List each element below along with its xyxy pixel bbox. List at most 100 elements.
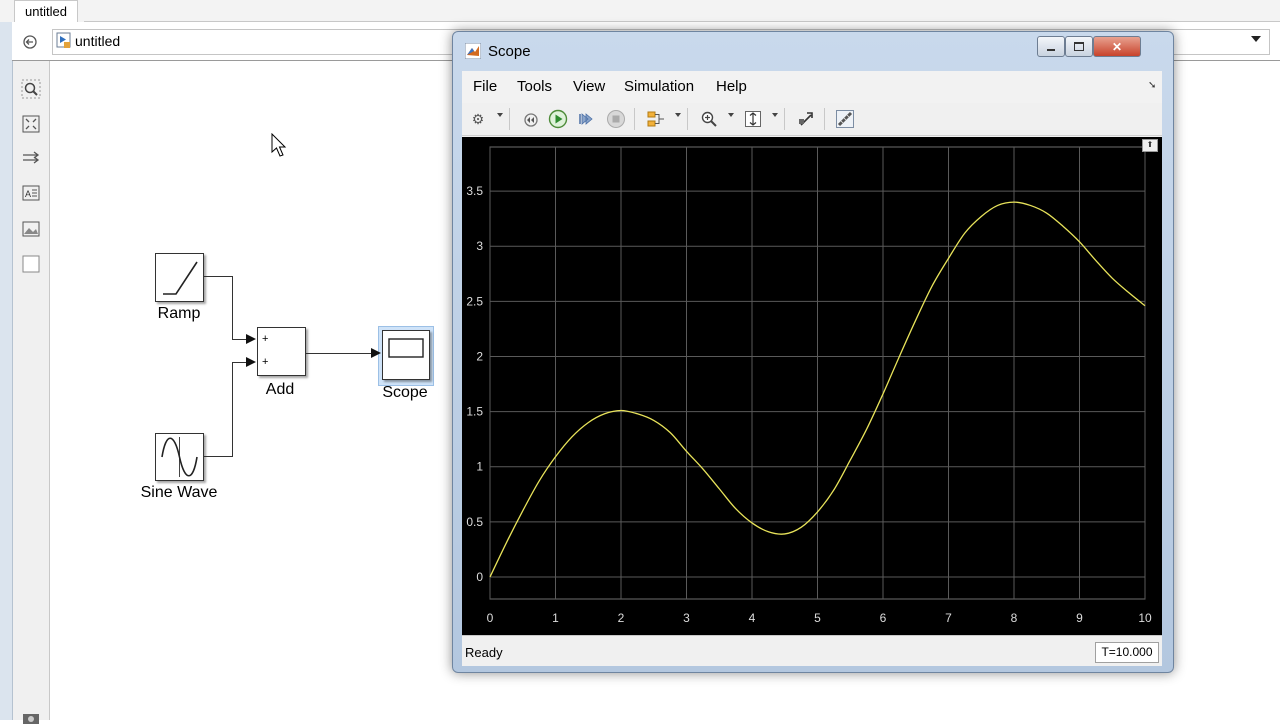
arrowhead-icon <box>246 357 256 367</box>
arrowhead-icon <box>246 334 256 344</box>
signal-line[interactable] <box>232 339 247 340</box>
sine-wave-icon <box>161 437 198 477</box>
close-icon: ✕ <box>1111 39 1123 54</box>
chevron-down-icon[interactable] <box>728 113 734 117</box>
settings-gear-icon[interactable]: ⚙ <box>467 108 489 130</box>
scale-axes-icon[interactable] <box>742 108 764 130</box>
model-icon <box>56 32 72 49</box>
ramp-block[interactable] <box>155 253 204 302</box>
toolbar-separator <box>509 108 510 130</box>
chevron-down-icon[interactable] <box>497 113 503 117</box>
step-forward-icon[interactable] <box>575 108 597 130</box>
toolbar-separator <box>824 108 825 130</box>
scope-block[interactable] <box>382 330 430 380</box>
matlab-logo-icon <box>464 42 482 60</box>
status-text: Ready <box>465 645 503 660</box>
highlight-block-icon[interactable] <box>795 108 817 130</box>
y-tick-label: 1.5 <box>466 405 483 419</box>
signal-line[interactable] <box>232 362 247 363</box>
scope-client-area: File Tools View Simulation Help ➘ ⚙ 0 1 … <box>462 71 1162 666</box>
image-icon[interactable] <box>20 218 42 240</box>
simulation-time: T=10.000 <box>1095 642 1159 663</box>
x-tick-label: 4 <box>749 611 756 625</box>
y-tick-label: 0 <box>476 570 483 584</box>
svg-text:A: A <box>25 189 31 199</box>
signal-line[interactable] <box>305 353 372 354</box>
undock-icon[interactable]: ➘ <box>1148 80 1156 91</box>
signal-selector-icon[interactable] <box>645 108 667 130</box>
expand-axes-icon[interactable]: ⬆ <box>1142 139 1158 152</box>
scope-plot-area[interactable]: 0 1 2 3 4 5 6 7 8 9 10 0 0.5 1 1.5 2 2.5 3 3.5 ⬆ <box>462 137 1162 635</box>
menu-file[interactable]: File <box>473 78 497 95</box>
minimize-button[interactable] <box>1037 36 1065 57</box>
scope-status-bar: Ready T=10.000 <box>462 635 1162 666</box>
arrowhead-icon <box>371 348 381 358</box>
sine-wave-label: Sine Wave <box>140 484 218 501</box>
x-tick-label: 3 <box>683 611 690 625</box>
menu-view[interactable]: View <box>573 78 605 95</box>
x-tick-label: 2 <box>618 611 625 625</box>
restore-button[interactable] <box>1065 36 1093 57</box>
annotation-icon[interactable]: A <box>20 182 42 204</box>
close-button[interactable]: ✕ <box>1093 36 1141 57</box>
area-icon[interactable] <box>20 253 42 275</box>
toolbar-separator <box>634 108 635 130</box>
x-tick-label: 7 <box>945 611 952 625</box>
signal-line[interactable] <box>203 456 233 457</box>
y-tick-label: 0.5 <box>466 515 483 529</box>
scope-label: Scope <box>382 384 428 401</box>
add-port-sign: + <box>262 356 269 368</box>
add-port-sign: + <box>262 333 269 345</box>
camera-icon[interactable] <box>20 706 42 728</box>
signal-line[interactable] <box>232 362 233 457</box>
y-tick-label: 3 <box>476 239 483 253</box>
y-tick-label: 1 <box>476 460 483 474</box>
minimize-icon <box>1047 48 1055 51</box>
add-label: Add <box>265 381 295 398</box>
scope-display-icon <box>388 338 424 358</box>
scope-toolbar: ⚙ <box>462 103 1162 136</box>
y-tick-label: 3.5 <box>466 184 483 198</box>
fit-to-view-icon[interactable] <box>20 113 42 135</box>
y-tick-label: 2 <box>476 349 483 363</box>
scope-window[interactable]: Scope ✕ File Tools View Simulation Help … <box>452 31 1174 673</box>
tab-bar <box>0 0 1280 23</box>
x-tick-label: 5 <box>814 611 821 625</box>
x-tick-label: 1 <box>552 611 559 625</box>
mouse-cursor-icon <box>271 132 289 162</box>
breadcrumb-label[interactable]: untitled <box>75 33 120 49</box>
chevron-down-icon[interactable] <box>772 113 778 117</box>
zoom-in-icon[interactable] <box>698 108 720 130</box>
x-tick-label: 6 <box>880 611 887 625</box>
menu-help[interactable]: Help <box>716 78 747 95</box>
measurements-ruler-icon[interactable] <box>834 108 856 130</box>
scope-line-chart: 0 1 2 3 4 5 6 7 8 9 10 0 0.5 1 1.5 2 2.5 3 3.5 <box>466 146 1152 625</box>
window-left-frame <box>0 22 13 720</box>
signal-line[interactable] <box>232 276 233 340</box>
x-tick-label: 9 <box>1076 611 1083 625</box>
x-tick-label: 10 <box>1138 611 1152 625</box>
tab-untitled[interactable]: untitled <box>14 0 78 23</box>
step-back-icon[interactable] <box>519 108 541 130</box>
back-arrow-icon[interactable] <box>21 33 39 51</box>
scope-window-title: Scope <box>488 43 531 60</box>
x-tick-label: 0 <box>487 611 494 625</box>
y-tick-label: 2.5 <box>466 294 483 308</box>
toolbar-separator <box>687 108 688 130</box>
ramp-label: Ramp <box>157 305 201 322</box>
sine-wave-block[interactable] <box>155 433 204 481</box>
run-play-icon[interactable] <box>547 108 569 130</box>
x-tick-label: 8 <box>1011 611 1018 625</box>
menu-tools[interactable]: Tools <box>517 78 552 95</box>
dropdown-arrow-icon[interactable] <box>1251 36 1261 42</box>
restore-icon <box>1074 42 1084 51</box>
signal-line[interactable] <box>203 276 233 277</box>
zoom-icon[interactable] <box>20 78 42 100</box>
scope-menubar: File Tools View Simulation Help ➘ <box>462 71 1162 103</box>
chevron-down-icon[interactable] <box>675 113 681 117</box>
ramp-icon <box>163 261 198 295</box>
menu-simulation[interactable]: Simulation <box>624 78 694 95</box>
stop-icon[interactable] <box>605 108 627 130</box>
arrow-route-icon[interactable] <box>20 147 42 169</box>
toolbar-separator <box>784 108 785 130</box>
